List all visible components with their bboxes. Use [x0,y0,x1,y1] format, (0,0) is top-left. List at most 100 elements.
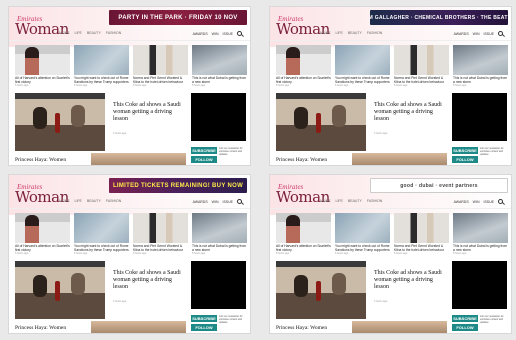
search-icon[interactable] [498,199,503,204]
article-image[interactable] [276,213,331,243]
hero-image[interactable] [15,93,105,151]
nav-item[interactable]: Issue [483,200,494,204]
article-card[interactable]: Norma and Piet Gennt Worsted & Klina to … [394,213,449,259]
article-image[interactable] [74,45,129,75]
subscribe-button[interactable]: SUBSCRIBE [191,147,217,154]
nav-item[interactable]: Win [473,200,480,204]
article-card[interactable]: Norma and Piet Gennt Worsted & Klina to … [133,213,188,259]
nav-item[interactable]: Beauty [348,199,362,203]
article-caption[interactable]: This is not what Dubai is getting from a… [192,244,247,252]
hero-image[interactable] [15,261,105,319]
article-caption[interactable]: This is not what Dubai is getting from a… [453,76,508,84]
nav-item[interactable]: Life [336,199,343,203]
bottom-article-image[interactable] [91,153,186,165]
article-caption[interactable]: Norma and Piet Gennt Worsted & Klina to … [394,76,449,84]
search-icon[interactable] [237,31,242,36]
article-image[interactable] [394,45,449,75]
ad-banner[interactable]: LIMITED TICKETS REMAINING! BUY NOW [109,178,247,193]
hero-title[interactable]: This Coke ad shows a Saudi woman getting… [113,270,183,291]
article-image[interactable] [394,213,449,243]
article-card[interactable]: You might want to check out of Rome Sanc… [335,213,390,259]
nav-item[interactable]: Life [336,31,343,35]
article-caption[interactable]: You might want to check out of Rome Sanc… [74,244,129,252]
ad-banner[interactable]: LIAM GALLAGHER · CHEMICAL BROTHERS · THE… [370,10,508,25]
article-caption[interactable]: You might want to check out of Rome Sanc… [74,76,129,84]
article-image[interactable] [74,213,129,243]
article-caption[interactable]: All of Harvard's attention on Scarlett's… [276,76,331,84]
article-card[interactable]: All of Harvard's attention on Scarlett's… [276,213,331,259]
bottom-article-title[interactable]: Princess Haya: Women [15,157,66,163]
search-icon[interactable] [237,199,242,204]
article-caption[interactable]: All of Harvard's attention on Scarlett's… [276,244,331,252]
article-image[interactable] [15,213,70,243]
bottom-article-title[interactable]: Princess Haya: Women [276,157,327,163]
nav-item[interactable]: Issue [222,200,233,204]
article-card[interactable]: You might want to check out of Rome Sanc… [335,45,390,91]
article-image[interactable] [133,213,188,243]
article-caption[interactable]: You might want to check out of Rome Sanc… [335,244,390,252]
nav-item[interactable]: Life [75,31,82,35]
site-logo[interactable]: Woman [276,188,330,206]
nav-item[interactable]: Win [212,200,219,204]
nav-item[interactable]: Fashion [367,31,382,35]
article-image[interactable] [335,213,390,243]
article-caption[interactable]: This is not what Dubai is getting from a… [192,76,247,84]
nav-item[interactable]: Awards [193,200,208,204]
article-caption[interactable]: This is not what Dubai is getting from a… [453,244,508,252]
article-caption[interactable]: Norma and Piet Gennt Worsted & Klina to … [133,244,188,252]
nav-item[interactable]: Life [75,199,82,203]
hero-image[interactable] [276,93,366,151]
article-card[interactable]: All of Harvard's attention on Scarlett's… [276,45,331,91]
subscribe-button[interactable]: SUBSCRIBE [191,315,217,322]
nav-item[interactable]: News [59,199,70,203]
nav-item[interactable]: Fashion [106,199,121,203]
ad-banner[interactable]: PARTY IN THE PARK · FRIDAY 10 NOV [109,10,247,25]
article-card[interactable]: This is not what Dubai is getting from a… [453,213,508,259]
hero-title[interactable]: This Coke ad shows a Saudi woman getting… [374,270,444,291]
article-image[interactable] [192,213,247,243]
bottom-article-title[interactable]: Princess Haya: Women [15,325,66,331]
nav-item[interactable]: News [320,199,331,203]
nav-item[interactable]: Fashion [106,31,121,35]
article-image[interactable] [276,45,331,75]
video-ad-slot[interactable] [191,261,246,309]
article-card[interactable]: This is not what Dubai is getting from a… [453,45,508,91]
follow-button[interactable]: FOLLOW [452,324,478,331]
video-ad-slot[interactable] [452,93,507,141]
search-icon[interactable] [498,31,503,36]
site-logo[interactable]: Woman [15,20,69,38]
ad-banner[interactable]: good · dubai · event partners [370,178,508,193]
nav-item[interactable]: Awards [193,32,208,36]
bottom-article-image[interactable] [352,153,447,165]
article-card[interactable]: All of Harvard's attention on Scarlett's… [15,45,70,91]
nav-item[interactable]: Beauty [87,31,101,35]
site-logo[interactable]: Woman [15,188,69,206]
nav-item[interactable]: Awards [454,32,469,36]
article-card[interactable]: You might want to check out of Rome Sanc… [74,213,129,259]
nav-item[interactable]: Beauty [87,199,101,203]
article-image[interactable] [335,45,390,75]
article-image[interactable] [192,45,247,75]
article-caption[interactable]: Norma and Piet Gennt Worsted & Klina to … [394,244,449,252]
article-image[interactable] [15,45,70,75]
subscribe-button[interactable]: SUBSCRIBE [452,315,478,322]
article-card[interactable]: All of Harvard's attention on Scarlett's… [15,213,70,259]
nav-item[interactable]: Awards [454,200,469,204]
hero-title[interactable]: This Coke ad shows a Saudi woman getting… [113,102,183,123]
nav-item[interactable]: Fashion [367,199,382,203]
article-caption[interactable]: Norma and Piet Gennt Worsted & Klina to … [133,76,188,84]
article-card[interactable]: Norma and Piet Gennt Worsted & Klina to … [394,45,449,91]
nav-item[interactable]: News [320,31,331,35]
nav-item[interactable]: Beauty [348,31,362,35]
follow-button[interactable]: FOLLOW [452,156,478,163]
article-card[interactable]: You might want to check out of Rome Sanc… [74,45,129,91]
site-logo[interactable]: Woman [276,20,330,38]
follow-button[interactable]: FOLLOW [191,324,217,331]
subscribe-button[interactable]: SUBSCRIBE [452,147,478,154]
bottom-article-title[interactable]: Princess Haya: Women [276,325,327,331]
article-card[interactable]: This is not what Dubai is getting from a… [192,45,247,91]
video-ad-slot[interactable] [452,261,507,309]
bottom-article-image[interactable] [91,321,186,333]
video-ad-slot[interactable] [191,93,246,141]
hero-image[interactable] [276,261,366,319]
